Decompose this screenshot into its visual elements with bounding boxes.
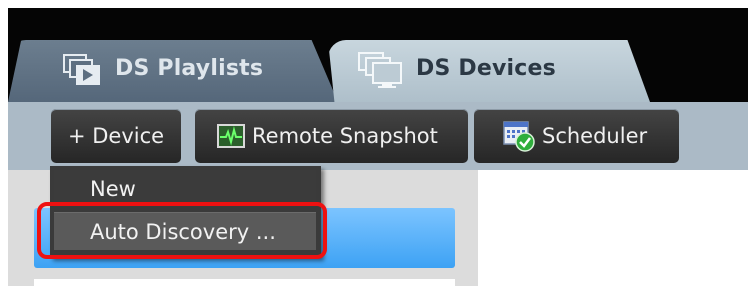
remote-snapshot-button[interactable]: Remote Snapshot (195, 109, 468, 163)
devices-icon (358, 52, 404, 90)
snapshot-icon (217, 124, 245, 148)
playlist-icon (63, 54, 103, 88)
remote-snapshot-label: Remote Snapshot (252, 124, 438, 148)
list-item[interactable] (34, 279, 455, 286)
tab-label-playlists: DS Playlists (115, 56, 264, 81)
tab-ds-playlists[interactable]: DS Playlists (8, 40, 338, 102)
toolbar: + Device Remote Snapshot Scheduler (8, 102, 748, 170)
scheduler-icon (502, 119, 536, 153)
add-device-label: + Device (67, 124, 165, 148)
tab-label-devices: DS Devices (416, 56, 556, 81)
app-window: DS Playlists DS Devices + Device Remote … (0, 0, 748, 286)
scheduler-button[interactable]: Scheduler (474, 109, 679, 163)
menu-item-label: New (90, 176, 136, 201)
scheduler-label: Scheduler (542, 124, 648, 148)
add-device-button[interactable]: + Device (51, 109, 181, 163)
tab-ds-devices[interactable]: DS Devices (328, 40, 650, 102)
highlight-box (37, 202, 327, 259)
